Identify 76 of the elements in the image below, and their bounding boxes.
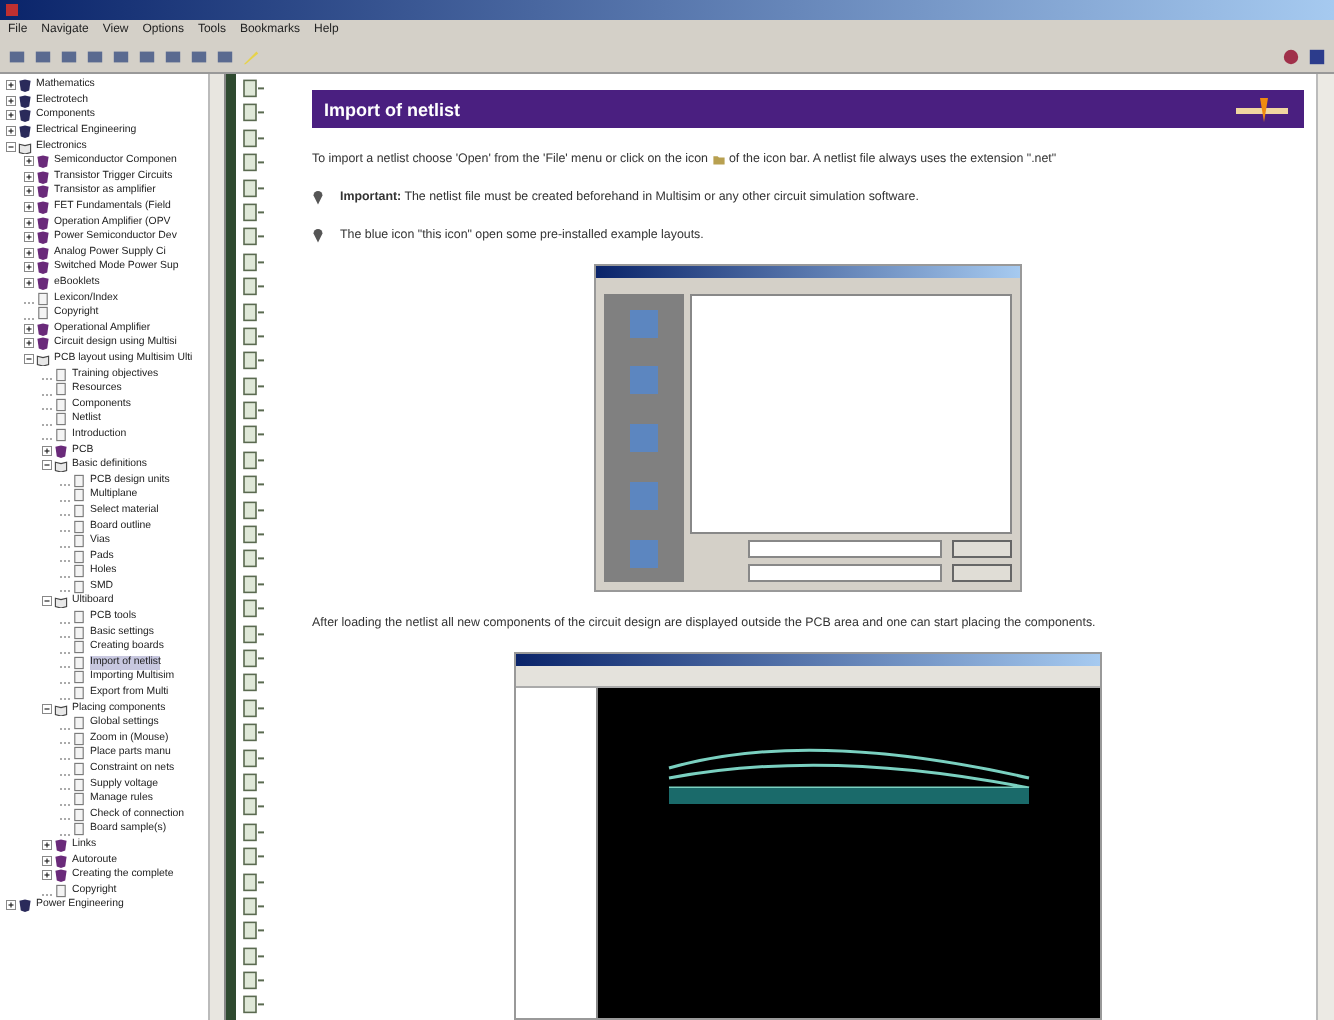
expand-icon[interactable] [6,95,16,106]
page-icon[interactable] [242,846,266,867]
page-icon[interactable] [242,672,266,694]
page-icon[interactable] [242,177,266,198]
expand-icon[interactable] [24,262,34,273]
scrollbar[interactable] [208,74,224,1020]
expand-icon[interactable] [24,156,34,167]
expand-icon[interactable] [6,80,16,91]
page-icon[interactable] [242,524,266,545]
page-icon[interactable] [242,400,266,421]
page-icon[interactable] [242,548,266,570]
collapse-icon[interactable] [6,141,16,152]
page-icon[interactable] [242,796,266,818]
page-icon[interactable] [242,747,266,768]
expand-icon[interactable] [42,855,52,866]
page-icon[interactable] [242,920,266,942]
expand-icon[interactable] [24,171,34,182]
page-icon[interactable] [242,201,266,223]
page-icon[interactable] [242,78,266,99]
pin-icon [312,226,324,245]
expand-icon[interactable] [6,126,16,137]
expand-icon[interactable] [24,247,34,258]
page-icon[interactable] [242,424,266,446]
page-icon[interactable] [242,623,266,644]
page-icon[interactable] [242,994,266,1016]
expand-icon[interactable] [6,110,16,121]
page-icon[interactable] [242,945,266,967]
logo-icon [1232,95,1292,123]
page-icon[interactable] [242,970,266,991]
open-folder-icon [711,152,726,166]
expand-icon[interactable] [24,217,34,228]
pin-icon [312,188,324,207]
page-icon [54,883,68,898]
page-icon[interactable] [242,350,266,372]
collapse-icon[interactable] [42,460,52,471]
page-icon[interactable] [242,474,266,496]
page-icon[interactable] [242,771,266,793]
page-icon[interactable] [242,449,266,471]
app-icon [6,4,18,16]
expand-icon[interactable] [24,186,34,197]
page-icon[interactable] [242,871,266,892]
page-icon[interactable] [242,301,266,322]
expand-icon[interactable] [24,323,34,334]
page-icon[interactable] [242,598,266,620]
collapse-icon[interactable] [42,596,52,607]
collapse-icon[interactable] [42,703,52,714]
expand-icon[interactable] [42,870,52,881]
scrollbar[interactable] [1316,74,1334,1020]
expand-icon[interactable] [24,278,34,289]
page-icon[interactable] [242,647,266,669]
page-icon[interactable] [242,895,266,917]
page-icon[interactable] [242,127,266,149]
expand-icon[interactable] [24,202,34,213]
book-icon [18,898,32,913]
page-icon[interactable] [242,722,266,744]
expand-icon[interactable] [24,232,34,243]
page-icon[interactable] [242,226,266,248]
expand-icon[interactable] [24,338,34,349]
expand-icon[interactable] [6,900,16,911]
page-icon[interactable] [242,697,266,719]
page-icon[interactable] [242,276,266,298]
page-icon[interactable] [242,251,266,273]
save-icon[interactable] [1308,47,1326,65]
page-icon[interactable] [242,573,266,595]
page-icon[interactable] [242,375,266,397]
expand-icon[interactable] [42,839,52,850]
expand-icon[interactable] [42,445,52,456]
book-icon [54,594,68,609]
page-icon[interactable] [242,821,266,843]
collapse-icon[interactable] [24,353,34,364]
page-heading: Import of netlist [324,99,460,119]
page-icon[interactable] [242,152,266,174]
page-icon[interactable] [242,499,266,521]
book-icon [54,701,68,716]
page-icon[interactable] [242,325,266,347]
page-icon[interactable] [242,102,266,124]
